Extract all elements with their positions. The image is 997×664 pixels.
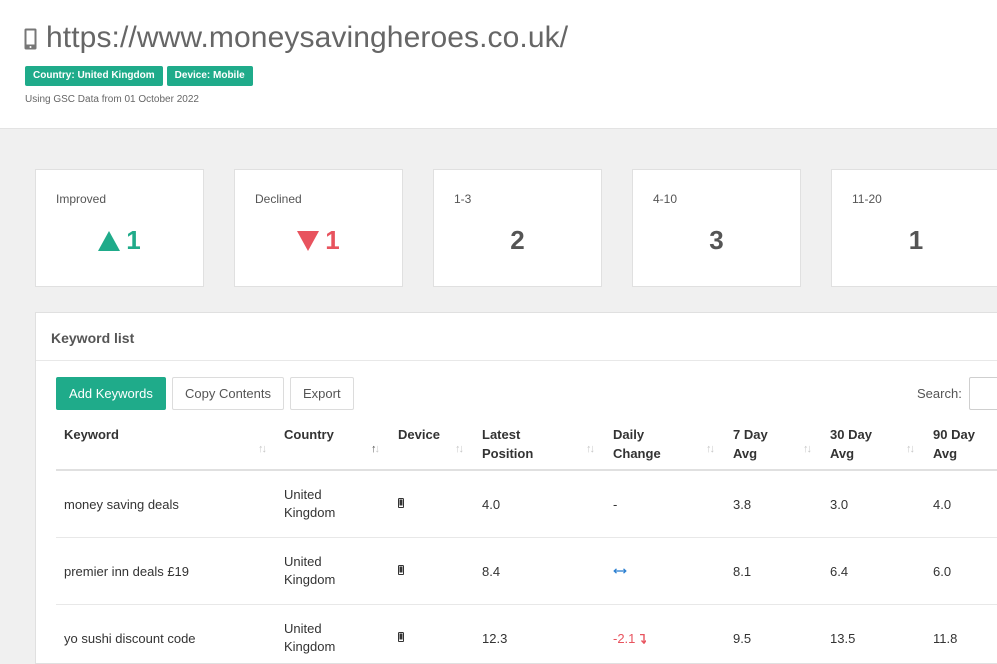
stat-card-declined: Declined 1: [234, 169, 403, 287]
sort-icon[interactable]: ↑↓: [906, 443, 915, 455]
header-text: Avg: [733, 446, 758, 461]
col-header-country[interactable]: Country: [284, 425, 334, 444]
search-input[interactable]: [969, 377, 997, 410]
col-header-latest-position[interactable]: Latest Position: [482, 425, 533, 463]
mobile-icon: [398, 632, 404, 642]
daily-change-value: -2.1: [613, 631, 636, 646]
panel-title: Keyword list: [51, 330, 135, 346]
avg30-cell: 3.0: [830, 497, 849, 512]
sort-icon[interactable]: ↑↓: [455, 443, 464, 455]
country-badge: Country: United Kingdom: [25, 66, 163, 86]
site-url-row: https://www.moneysavingheroes.co.uk/: [24, 21, 568, 55]
table-row[interactable]: money saving deals United Kingdom 4.0 - 3…: [56, 471, 997, 538]
mobile-device-icon: [24, 28, 37, 50]
keyword-list-panel: Keyword list Add Keywords Copy Contents …: [35, 312, 997, 664]
export-button[interactable]: Export: [290, 377, 354, 410]
divider: [36, 360, 997, 361]
table-row[interactable]: premier inn deals £19 United Kingdom 8.4 …: [56, 538, 997, 605]
header-text: 7 Day: [733, 427, 768, 442]
avg7-cell: 3.8: [733, 497, 752, 512]
sort-icon[interactable]: ↑↓: [803, 443, 812, 455]
mobile-icon: [398, 565, 404, 575]
daily-change-cell: -: [613, 497, 618, 512]
col-header-7day-avg[interactable]: 7 Day Avg: [733, 425, 768, 463]
stat-label: 4-10: [653, 192, 678, 206]
avg30-cell: 13.5: [830, 631, 856, 646]
avg90-cell: 4.0: [933, 497, 952, 512]
header-text: Country: [284, 427, 334, 442]
sort-icon[interactable]: ↑↓: [706, 443, 715, 455]
header-text: Avg: [933, 446, 958, 461]
country-line: United: [284, 554, 322, 569]
latest-position-cell: 12.3: [482, 631, 508, 646]
avg7-cell: 8.1: [733, 564, 752, 579]
page-header: https://www.moneysavingheroes.co.uk/ Cou…: [0, 0, 997, 129]
avg7-cell: 9.5: [733, 631, 752, 646]
latest-position-cell: 4.0: [482, 497, 501, 512]
header-text: Position: [482, 446, 534, 461]
down-arrow-icon: [640, 634, 647, 644]
sort-icon[interactable]: ↑↓: [258, 443, 267, 455]
stat-card-4-10: 4-10 3: [632, 169, 801, 287]
country-cell: United Kingdom: [284, 620, 335, 656]
add-keywords-button[interactable]: Add Keywords: [56, 377, 166, 410]
stat-number: 1: [325, 225, 340, 255]
table-row[interactable]: yo sushi discount code United Kingdom 12.…: [56, 605, 997, 663]
stat-number: 1: [126, 225, 141, 255]
triangle-up-icon: [98, 230, 121, 251]
stat-number: 2: [510, 225, 525, 255]
col-header-daily-change[interactable]: Daily Change: [613, 425, 661, 463]
col-header-30day-avg[interactable]: 30 Day Avg: [830, 425, 872, 463]
col-header-device[interactable]: Device: [398, 425, 440, 444]
country-cell: United Kingdom: [284, 553, 335, 589]
keyword-cell: yo sushi discount code: [64, 631, 196, 646]
header-text: Daily: [613, 427, 645, 442]
sort-icon[interactable]: ↑↓: [586, 443, 595, 455]
header-text: Device: [398, 427, 440, 442]
stat-card-11-20: 11-20 1: [831, 169, 997, 287]
sort-asc-icon[interactable]: ↑↓: [371, 443, 380, 455]
country-line: Kingdom: [284, 572, 336, 587]
avg90-cell: 11.8: [933, 631, 958, 646]
country-line: United: [284, 487, 322, 502]
gsc-data-note: Using GSC Data from 01 October 2022: [25, 94, 199, 105]
keyword-cell: premier inn deals £19: [64, 564, 190, 579]
search-label: Search:: [917, 386, 962, 401]
header-text: Keyword: [64, 427, 119, 442]
header-text: 90 Day: [933, 427, 975, 442]
country-line: Kingdom: [284, 639, 336, 654]
site-url: https://www.moneysavingheroes.co.uk/: [46, 21, 569, 54]
avg30-cell: 6.4: [830, 564, 849, 579]
mobile-icon: [398, 498, 404, 508]
stat-label: Improved: [56, 192, 107, 206]
country-cell: United Kingdom: [284, 486, 335, 522]
stat-card-improved: Improved 1: [35, 169, 204, 287]
filter-badges: Country: United Kingdom Device: Mobile: [25, 66, 257, 86]
header-text: Latest: [482, 427, 521, 442]
device-badge: Device: Mobile: [166, 66, 253, 86]
stat-label: 11-20: [852, 192, 882, 206]
stat-value: 1: [36, 225, 203, 256]
stat-value: 1: [235, 225, 402, 256]
col-header-90day-avg[interactable]: 90 Day Avg: [933, 425, 975, 463]
header-text: 30 Day: [830, 427, 872, 442]
stat-label: 1-3: [454, 192, 472, 206]
country-line: United: [284, 621, 322, 636]
header-text: Change: [613, 446, 661, 461]
keyword-cell: money saving deals: [64, 497, 179, 512]
col-header-keyword[interactable]: Keyword: [64, 425, 119, 444]
copy-contents-button[interactable]: Copy Contents: [172, 377, 284, 410]
daily-change-cell: -2.1: [613, 630, 647, 648]
stat-label: Declined: [255, 192, 302, 206]
country-line: Kingdom: [284, 505, 336, 520]
triangle-down-icon: [297, 230, 320, 251]
stat-number: 1: [908, 225, 924, 255]
stat-number: 3: [709, 225, 724, 255]
avg90-cell: 6.0: [933, 564, 952, 579]
stat-card-1-3: 1-3 2: [433, 169, 602, 287]
no-change-arrows-icon: [613, 568, 627, 574]
header-text: Avg: [830, 446, 855, 461]
latest-position-cell: 8.4: [482, 564, 501, 579]
